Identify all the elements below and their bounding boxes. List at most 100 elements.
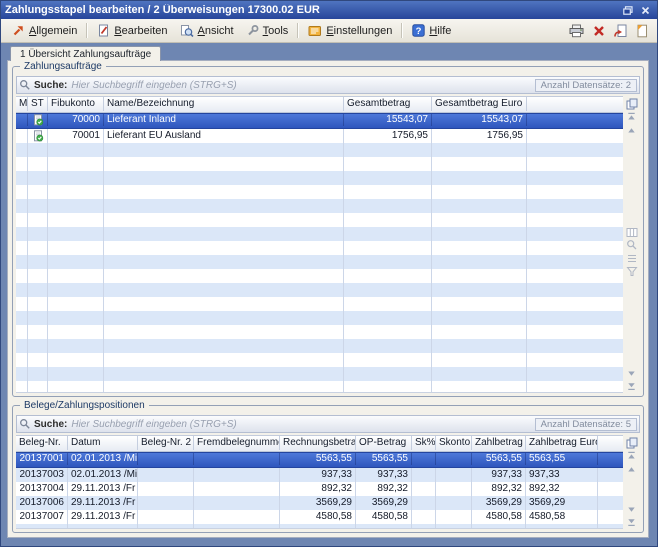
paste-button[interactable] [614, 24, 627, 38]
new-button[interactable] [636, 24, 648, 38]
search-icon [19, 79, 31, 91]
window-title: Zahlungsstapel bearbeiten / 2 Überweisun… [5, 4, 617, 16]
column-header[interactable]: Sk% [412, 436, 436, 450]
filter-icon[interactable] [626, 265, 638, 278]
column-header[interactable]: Skonto [436, 436, 472, 450]
table-cell: 70001 [48, 129, 104, 143]
table-cell [432, 157, 527, 171]
arrow-up-icon[interactable] [627, 462, 636, 475]
column-header[interactable]: Zahlbetrag [472, 436, 526, 450]
table-cell [104, 367, 344, 381]
table-row-empty [16, 171, 623, 185]
print-button[interactable] [569, 24, 584, 38]
menu-item-label: Hilfe [429, 25, 451, 37]
table-cell [344, 381, 432, 392]
arrow-down-icon[interactable] [627, 503, 636, 516]
arrow-top-icon[interactable] [627, 110, 636, 123]
table-cell-filler [527, 129, 623, 143]
table-cell: 937,33 [472, 468, 526, 482]
delete-button[interactable] [593, 25, 605, 37]
table-cell [28, 269, 48, 283]
table-cell-filler [527, 339, 623, 353]
column-header[interactable]: Beleg-Nr. [16, 436, 68, 450]
table-cell [138, 468, 194, 482]
column-header[interactable]: Name/Bezeichnung [104, 97, 344, 111]
table-cell [280, 524, 356, 528]
table-cell: 3569,29 [472, 496, 526, 510]
table-cell [104, 199, 344, 213]
table-cell [344, 157, 432, 171]
svg-text:?: ? [416, 26, 422, 37]
columns-icon[interactable] [626, 226, 638, 239]
table-cell [432, 325, 527, 339]
table-row[interactable]: 2013700302.01.2013 /Mi937,33937,33937,33… [16, 468, 623, 482]
table-row[interactable]: 2013700429.11.2013 /Fr892,32892,32892,32… [16, 482, 623, 496]
group-title: Zahlungsaufträge [20, 61, 106, 72]
column-header[interactable]: Beleg-Nr. 2 [138, 436, 194, 450]
menu-item-allgemein[interactable]: Allgemein [6, 22, 83, 39]
search-input[interactable]: Suche: Hier Suchbegriff eingeben (STRG+S… [16, 76, 640, 94]
column-chooser-icon[interactable] [626, 97, 638, 110]
column-header[interactable]: Zahlbetrag Euro [526, 436, 598, 450]
table-cell [28, 283, 48, 297]
table-cell [16, 269, 28, 283]
table-cell [16, 213, 28, 227]
table-cell [412, 524, 436, 528]
menu-item-ansicht[interactable]: Ansicht [174, 22, 240, 39]
toolbar-right [569, 24, 652, 38]
table-cell [16, 311, 28, 325]
close-icon [641, 6, 650, 15]
table-row[interactable]: 70001Lieferant EU Ausland1756,951756,95 [16, 129, 623, 143]
search-icon [19, 418, 31, 430]
column-header[interactable]: Gesamtbetrag Euro [432, 97, 527, 111]
table-cell [344, 213, 432, 227]
zoom-icon[interactable] [626, 239, 638, 252]
close-button[interactable] [638, 4, 653, 17]
column-header[interactable]: Datum [68, 436, 138, 450]
table-cell: 937,33 [526, 468, 598, 482]
arrow-down-icon[interactable] [627, 367, 636, 380]
belege-table: Beleg-Nr.DatumBeleg-Nr. 2Fremdbelegnumme… [16, 435, 640, 529]
restore-button[interactable] [620, 4, 635, 17]
table-row[interactable]: 2013700102.01.2013 /Mi5563,555563,555563… [16, 452, 623, 468]
column-header[interactable]: Fremdbelegnummer [194, 436, 280, 450]
column-header[interactable]: Fibukonto [48, 97, 104, 111]
table-cell: 29.11.2013 /Fr [68, 496, 138, 510]
arrow-bottom-icon[interactable] [627, 516, 636, 529]
printer-icon [569, 24, 584, 38]
column-header[interactable]: ST [28, 97, 48, 111]
table-cell [48, 241, 104, 255]
table-cell [28, 367, 48, 381]
menu-item-tools[interactable]: Tools [240, 22, 295, 39]
arrow-bottom-icon[interactable] [627, 380, 636, 393]
column-header[interactable]: OP-Betrag [356, 436, 412, 450]
menu-item-bearbeiten[interactable]: Bearbeiten [91, 22, 173, 39]
table-row[interactable]: 2013700629.11.2013 /Fr3569,293569,293569… [16, 496, 623, 510]
table-cell [194, 524, 280, 528]
table-row-empty [16, 367, 623, 381]
table-row[interactable]: 70000Lieferant Inland15543,0715543,07 [16, 113, 623, 129]
column-header[interactable]: Gesamtbetrag [344, 97, 432, 111]
column-chooser-icon[interactable] [626, 436, 638, 449]
table-cell: 937,33 [280, 468, 356, 482]
menu-item-hilfe[interactable]: ? Hilfe [406, 22, 457, 39]
table-header-row: Beleg-Nr.DatumBeleg-Nr. 2Fremdbelegnumme… [16, 435, 623, 452]
table-cell [16, 381, 28, 392]
tab-uebersicht-zahlungsauftraege[interactable]: 1 Übersicht Zahlungsaufträge [10, 46, 161, 61]
table-cell [344, 255, 432, 269]
column-header[interactable]: Rechnungsbetrag [280, 436, 356, 450]
table-cell [28, 325, 48, 339]
table-row-empty [16, 283, 623, 297]
table-row[interactable]: 2013700729.11.2013 /Fr4580,584580,584580… [16, 510, 623, 524]
arrow-top-icon[interactable] [627, 449, 636, 462]
table-cell [16, 185, 28, 199]
rows-icon[interactable] [626, 252, 638, 265]
arrow-up-icon[interactable] [627, 123, 636, 136]
record-count: Anzahl Datensätze: 2 [535, 79, 637, 92]
column-header[interactable]: M [16, 97, 28, 111]
table-cell-filler [598, 453, 623, 465]
table-row-empty [16, 213, 623, 227]
menu-item-einstellungen[interactable]: Einstellungen [302, 22, 398, 39]
search-input[interactable]: Suche: Hier Suchbegriff eingeben (STRG+S… [16, 415, 640, 433]
table-row-empty [16, 199, 623, 213]
